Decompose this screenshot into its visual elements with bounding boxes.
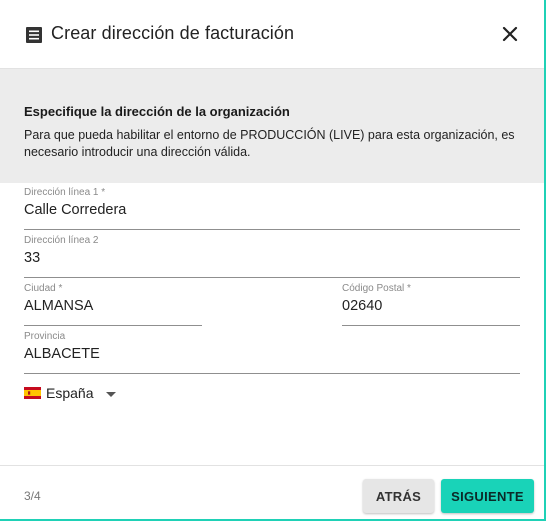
country-value: España bbox=[46, 385, 94, 401]
postal-code-label: Código Postal * bbox=[342, 283, 411, 294]
step-indicator: 3/4 bbox=[24, 489, 41, 503]
chevron-down-icon bbox=[106, 391, 117, 397]
dialog: Crear dirección de facturación Especifiq… bbox=[0, 0, 546, 521]
dialog-title: Crear dirección de facturación bbox=[51, 23, 295, 43]
province-label: Provincia bbox=[24, 331, 66, 342]
address-line2-underline bbox=[24, 277, 520, 278]
footer-divider bbox=[0, 465, 544, 466]
spain-flag-icon bbox=[24, 387, 41, 399]
postal-code-input[interactable]: 02640 bbox=[342, 298, 382, 314]
address-line1-input[interactable]: Calle Corredera bbox=[24, 202, 126, 218]
province-underline bbox=[24, 373, 520, 374]
address-line1-underline bbox=[24, 229, 520, 230]
city-field[interactable]: Ciudad * ALMANSA bbox=[24, 283, 202, 326]
close-icon[interactable] bbox=[500, 24, 520, 44]
info-text: Para que pueda habilitar el entorno de P… bbox=[24, 128, 515, 159]
next-button[interactable]: SIGUIENTE bbox=[441, 479, 534, 513]
dialog-header: Crear dirección de facturación bbox=[0, 0, 544, 69]
city-underline bbox=[24, 325, 202, 326]
address-line2-input[interactable]: 33 bbox=[24, 250, 40, 266]
province-input[interactable]: ALBACETE bbox=[24, 346, 100, 362]
city-label: Ciudad * bbox=[24, 283, 63, 294]
address-line1-field[interactable]: Dirección línea 1 * Calle Corredera bbox=[24, 187, 520, 230]
address-line2-label: Dirección línea 2 bbox=[24, 235, 99, 246]
info-panel: Especifique la dirección de la organizac… bbox=[0, 69, 544, 183]
document-list-icon bbox=[26, 27, 42, 43]
postal-code-underline bbox=[342, 325, 520, 326]
postal-code-field[interactable]: Código Postal * 02640 bbox=[342, 283, 520, 326]
city-input[interactable]: ALMANSA bbox=[24, 298, 93, 314]
info-heading: Especifique la dirección de la organizac… bbox=[24, 104, 290, 119]
address-line2-field[interactable]: Dirección línea 2 33 bbox=[24, 235, 520, 278]
address-line1-label: Dirección línea 1 * bbox=[24, 187, 106, 198]
province-field[interactable]: Provincia ALBACETE bbox=[24, 331, 520, 374]
country-select[interactable]: España bbox=[24, 383, 117, 403]
back-button[interactable]: ATRÁS bbox=[363, 479, 434, 513]
